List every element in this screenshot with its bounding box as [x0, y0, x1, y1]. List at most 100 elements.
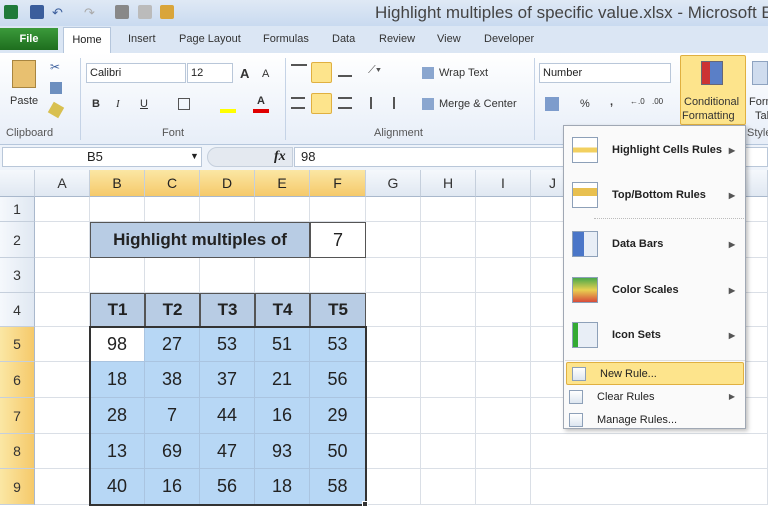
cell[interactable] — [35, 293, 90, 327]
cell[interactable] — [145, 197, 200, 222]
font-color-icon[interactable]: A — [253, 95, 269, 113]
align-bottom-icon[interactable] — [338, 75, 352, 77]
fill-handle[interactable] — [362, 501, 368, 507]
data-cell[interactable]: 16 — [255, 398, 310, 434]
cell[interactable] — [531, 469, 768, 505]
cell[interactable] — [421, 258, 476, 293]
cell[interactable] — [35, 222, 90, 258]
column-header-b[interactable]: B — [90, 170, 145, 197]
column-title-cell[interactable]: T3 — [200, 293, 255, 327]
fill-color-icon[interactable] — [220, 97, 236, 113]
cell[interactable] — [200, 197, 255, 222]
tab-page-layout[interactable]: Page Layout — [179, 33, 241, 45]
data-cell[interactable]: 51 — [255, 327, 310, 362]
column-header-i[interactable]: I — [476, 170, 531, 197]
data-cell[interactable]: 53 — [200, 327, 255, 362]
cell[interactable] — [200, 258, 255, 293]
data-cell[interactable]: 28 — [90, 398, 145, 434]
data-cell[interactable]: 40 — [90, 469, 145, 505]
cell[interactable] — [476, 398, 531, 434]
menu-item-manage-rules[interactable]: Manage Rules... — [564, 408, 745, 431]
print-icon[interactable] — [115, 5, 129, 19]
cell[interactable] — [366, 469, 421, 505]
italic-button[interactable]: I — [116, 98, 120, 110]
cell[interactable] — [255, 197, 310, 222]
data-cell[interactable]: 7 — [145, 398, 200, 434]
cell[interactable] — [421, 398, 476, 434]
tab-review[interactable]: Review — [379, 33, 415, 45]
menu-item-clear-rules[interactable]: Clear Rules ▶ — [564, 385, 745, 408]
cell[interactable] — [90, 197, 145, 222]
column-header-c[interactable]: C — [145, 170, 200, 197]
align-left-icon[interactable] — [291, 97, 305, 109]
row-header-4[interactable]: 4 — [0, 293, 35, 327]
cell[interactable] — [255, 258, 310, 293]
cell[interactable] — [310, 197, 366, 222]
row-header-3[interactable]: 3 — [0, 258, 35, 293]
row-header-9[interactable]: 9 — [0, 469, 35, 505]
column-header-f[interactable]: F — [310, 170, 366, 197]
orientation-icon[interactable]: ⟋▾ — [368, 64, 381, 77]
data-cell[interactable]: 18 — [255, 469, 310, 505]
label-cell[interactable]: Highlight multiples of — [90, 222, 310, 258]
redo-icon[interactable]: ↷ — [84, 5, 98, 20]
cell[interactable] — [476, 469, 531, 505]
cell[interactable] — [476, 362, 531, 398]
cell[interactable] — [310, 258, 366, 293]
cell[interactable] — [421, 197, 476, 222]
sort-icon[interactable] — [160, 5, 174, 19]
cut-icon[interactable]: ✂ — [50, 60, 60, 74]
cell[interactable] — [366, 222, 421, 258]
column-header-h[interactable]: H — [421, 170, 476, 197]
active-cell[interactable]: 98 — [90, 327, 145, 362]
data-cell[interactable]: 18 — [90, 362, 145, 398]
align-middle-icon[interactable] — [311, 62, 332, 83]
menu-item-highlight-cells-rules[interactable]: Highlight Cells Rules ▶ — [564, 128, 745, 172]
data-cell[interactable]: 56 — [310, 362, 366, 398]
data-cell[interactable]: 21 — [255, 362, 310, 398]
row-header-6[interactable]: 6 — [0, 362, 35, 398]
column-title-cell[interactable]: T1 — [90, 293, 145, 327]
undo-icon[interactable]: ↶ — [52, 5, 66, 20]
paste-button[interactable]: Paste — [10, 95, 38, 107]
menu-item-data-bars[interactable]: Data Bars ▶ — [564, 222, 745, 266]
format-as-table-label[interactable]: Form — [749, 96, 768, 108]
menu-item-top-bottom-rules[interactable]: Top/Bottom Rules ▶ — [564, 173, 745, 217]
underline-button[interactable]: U — [140, 98, 148, 110]
menu-item-new-rule[interactable]: New Rule... — [566, 362, 744, 385]
menu-item-icon-sets[interactable]: Icon Sets ▶ — [564, 313, 745, 357]
currency-icon[interactable] — [545, 97, 559, 111]
data-cell[interactable]: 56 — [200, 469, 255, 505]
data-cell[interactable]: 50 — [310, 434, 366, 469]
data-cell[interactable]: 44 — [200, 398, 255, 434]
tab-file[interactable]: File — [0, 28, 58, 50]
data-cell[interactable]: 16 — [145, 469, 200, 505]
row-header-7[interactable]: 7 — [0, 398, 35, 434]
cell[interactable] — [35, 362, 90, 398]
row-header-5[interactable]: 5 — [0, 327, 35, 362]
merge-center-button[interactable]: Merge & Center — [439, 98, 517, 110]
cell[interactable] — [366, 327, 421, 362]
cell[interactable] — [366, 398, 421, 434]
cell[interactable] — [421, 362, 476, 398]
tab-data[interactable]: Data — [332, 33, 355, 45]
data-cell[interactable]: 37 — [200, 362, 255, 398]
cell[interactable] — [366, 434, 421, 469]
name-box[interactable]: B5 — [2, 147, 202, 167]
increase-decimal-icon[interactable]: ←.0 — [630, 97, 645, 106]
column-title-cell[interactable]: T4 — [255, 293, 310, 327]
cell[interactable] — [35, 327, 90, 362]
tab-view[interactable]: View — [437, 33, 461, 45]
align-right-icon[interactable] — [338, 97, 352, 109]
column-header-d[interactable]: D — [200, 170, 255, 197]
format-as-table-label-2[interactable]: Tal — [755, 110, 768, 122]
cell[interactable] — [366, 362, 421, 398]
cell[interactable] — [421, 327, 476, 362]
cell[interactable] — [476, 434, 531, 469]
row-header-2[interactable]: 2 — [0, 222, 35, 258]
cell[interactable] — [35, 398, 90, 434]
wrap-text-button[interactable]: Wrap Text — [439, 67, 488, 79]
copy-icon[interactable] — [50, 82, 62, 94]
insert-function-button[interactable]: fx — [274, 149, 286, 165]
cell[interactable] — [421, 434, 476, 469]
